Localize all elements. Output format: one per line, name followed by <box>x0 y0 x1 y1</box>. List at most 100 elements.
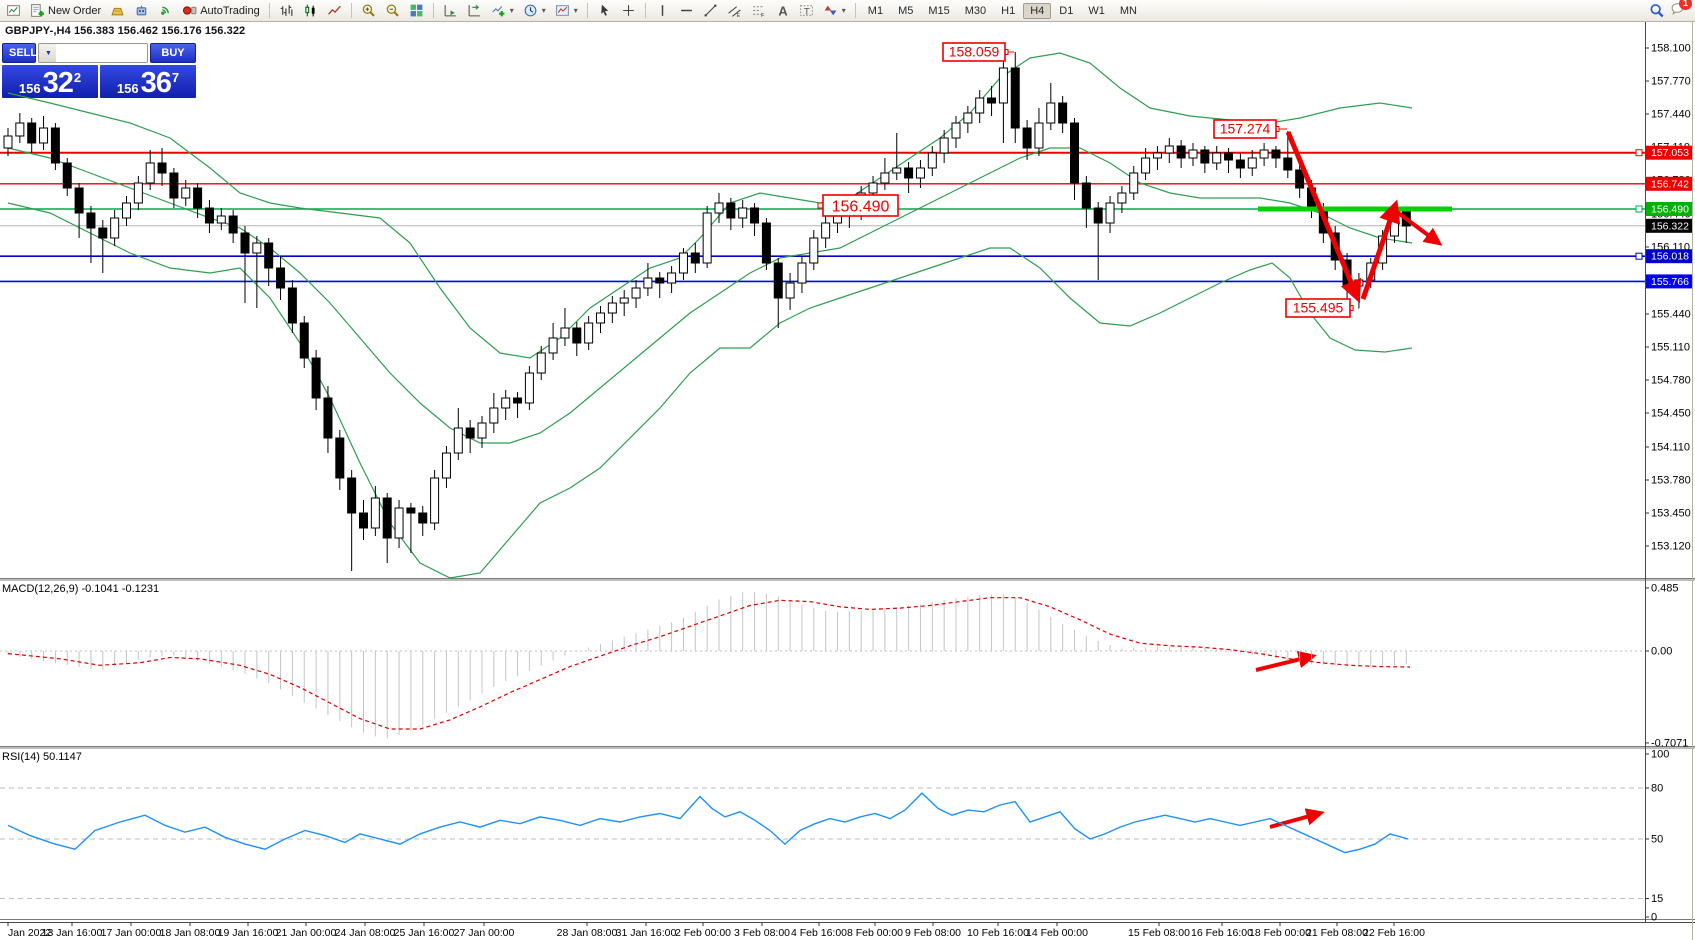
svg-text:80: 80 <box>1651 783 1663 795</box>
svg-text:155.110: 155.110 <box>1651 342 1690 354</box>
svg-text:50: 50 <box>1651 834 1663 846</box>
horizontal-line-button[interactable] <box>675 1 698 20</box>
equidistant-channel-button[interactable]: E <box>723 1 746 20</box>
chart-window-button[interactable] <box>2 1 25 20</box>
svg-text:16 Feb 16:00: 16 Feb 16:00 <box>1191 927 1253 939</box>
trendline-icon <box>703 3 718 18</box>
bar-chart-icon <box>279 3 294 18</box>
svg-text:8 Feb 00:00: 8 Feb 00:00 <box>847 927 903 939</box>
svg-text:21 Feb 08:00: 21 Feb 08:00 <box>1306 927 1368 939</box>
line-chart-icon <box>327 3 342 18</box>
svg-text:157.274: 157.274 <box>1220 121 1271 137</box>
zoom-out-button[interactable] <box>381 1 404 20</box>
auto-scroll-button[interactable] <box>439 1 462 20</box>
line-chart-button[interactable] <box>323 1 346 20</box>
candlestick-chart-button[interactable] <box>299 1 322 20</box>
chart-window-icon <box>6 3 21 18</box>
svg-text:25 Jan 16:00: 25 Jan 16:00 <box>394 927 455 939</box>
timeframe-d1-button[interactable]: D1 <box>1052 3 1080 19</box>
trade-direction-arrows[interactable] <box>1256 132 1436 827</box>
zoom-in-button[interactable] <box>357 1 380 20</box>
notification-badge: 1 <box>1679 0 1692 10</box>
new-chart-button[interactable]: ▾ <box>487 1 518 20</box>
dropdown-caret-icon[interactable]: ▾ <box>842 6 846 15</box>
chart-shift-button[interactable] <box>463 1 486 20</box>
timeframe-h1-button[interactable]: H1 <box>994 3 1022 19</box>
svg-text:156.322: 156.322 <box>1651 220 1689 232</box>
vertical-line-icon <box>655 3 670 18</box>
chart-shift-icon <box>467 3 482 18</box>
toolbar-separator <box>645 3 646 18</box>
svg-text:10 Feb 16:00: 10 Feb 16:00 <box>967 927 1029 939</box>
timeframe-m5-button[interactable]: M5 <box>891 3 920 19</box>
bollinger-bands <box>8 53 1412 578</box>
toolbar-separator <box>351 3 352 18</box>
svg-text:155.495: 155.495 <box>1293 300 1344 316</box>
text-label-button[interactable]: T <box>795 1 818 20</box>
svg-text:T: T <box>804 6 810 17</box>
deposit-icon <box>110 3 125 18</box>
svg-text:0.00: 0.00 <box>1651 646 1672 658</box>
rsi-label: RSI(14) 50.1147 <box>2 751 82 763</box>
svg-text:155.766: 155.766 <box>1651 276 1689 288</box>
tile-windows-button[interactable] <box>405 1 428 20</box>
vertical-line-button[interactable] <box>651 1 674 20</box>
svg-text:157.440: 157.440 <box>1651 109 1691 121</box>
auto-scroll-icon <box>443 3 458 18</box>
timeframe-m1-button[interactable]: M1 <box>861 3 890 19</box>
candlesticks <box>4 52 1410 571</box>
new-chart-icon <box>491 3 506 18</box>
svg-text:155.440: 155.440 <box>1651 309 1691 321</box>
periods-button[interactable]: ▾ <box>519 1 550 20</box>
svg-text:31 Jan 16:00: 31 Jan 16:00 <box>616 927 677 939</box>
svg-text:9 Feb 08:00: 9 Feb 08:00 <box>905 927 961 939</box>
text-icon: A <box>775 3 790 18</box>
periods-icon <box>523 3 538 18</box>
expert-advisors-button[interactable] <box>130 1 153 20</box>
rsi-panel[interactable]: 1008050150RSI(14) 50.1147 <box>0 749 1669 924</box>
svg-text:156.742: 156.742 <box>1651 178 1689 190</box>
crosshair-button[interactable] <box>617 1 640 20</box>
svg-text:13 Jan 16:00: 13 Jan 16:00 <box>42 927 103 939</box>
new-order-button-button[interactable]: New Order <box>26 1 105 20</box>
bar-chart-button[interactable] <box>275 1 298 20</box>
timeframe-m30-button[interactable]: M30 <box>958 3 993 19</box>
svg-text:E: E <box>736 13 740 18</box>
templates-icon <box>555 3 570 18</box>
macd-panel[interactable]: 0.4850.00-0.7071MACD(12,26,9) -0.1041 -0… <box>0 582 1688 749</box>
templates-button[interactable]: ▾ <box>551 1 582 20</box>
svg-text:156.490: 156.490 <box>1651 204 1689 216</box>
timeframe-m15-button[interactable]: M15 <box>921 3 956 19</box>
candlestick-chart-icon <box>303 3 318 18</box>
svg-text:15 Feb 08:00: 15 Feb 08:00 <box>1128 927 1190 939</box>
new-order-button-label: New Order <box>48 5 101 17</box>
dropdown-caret-icon[interactable]: ▾ <box>510 6 514 15</box>
svg-text:3 Feb 08:00: 3 Feb 08:00 <box>734 927 790 939</box>
chat-button[interactable]: 1 <box>1670 1 1685 21</box>
cursor-icon <box>597 3 612 18</box>
svg-text:15: 15 <box>1651 893 1663 905</box>
search-icon[interactable] <box>1649 3 1664 18</box>
autotrading-button-button[interactable]: AutoTrading <box>178 1 264 20</box>
arrows-button[interactable]: ▾ <box>819 1 850 20</box>
timeframe-h4-button[interactable]: H4 <box>1023 3 1051 19</box>
text-button[interactable]: A <box>771 1 794 20</box>
toolbar-separator <box>433 3 434 18</box>
svg-text:153.450: 153.450 <box>1651 508 1691 520</box>
deposit-button[interactable] <box>106 1 129 20</box>
trendline-button[interactable] <box>699 1 722 20</box>
panel-frame <box>0 22 1695 940</box>
equidistant-channel-icon: E <box>727 3 742 18</box>
timeframe-mn-button[interactable]: MN <box>1113 3 1144 19</box>
timeframe-w1-button[interactable]: W1 <box>1081 3 1112 19</box>
signals-button[interactable] <box>154 1 177 20</box>
dropdown-caret-icon[interactable]: ▾ <box>542 6 546 15</box>
time-axis: Jan 202213 Jan 16:0017 Jan 00:0018 Jan 0… <box>8 922 1425 939</box>
cursor-button[interactable] <box>593 1 616 20</box>
dropdown-caret-icon[interactable]: ▾ <box>574 6 578 15</box>
arrows-icon <box>823 3 838 18</box>
fibonacci-button[interactable]: F <box>747 1 770 20</box>
signals-icon <box>158 3 173 18</box>
price-chart[interactable]: 158.100157.770157.440157.110156.780156.4… <box>0 22 1695 940</box>
mt4-terminal: { "toolbar": { "items": [ {"type":"icon"… <box>0 0 1695 940</box>
